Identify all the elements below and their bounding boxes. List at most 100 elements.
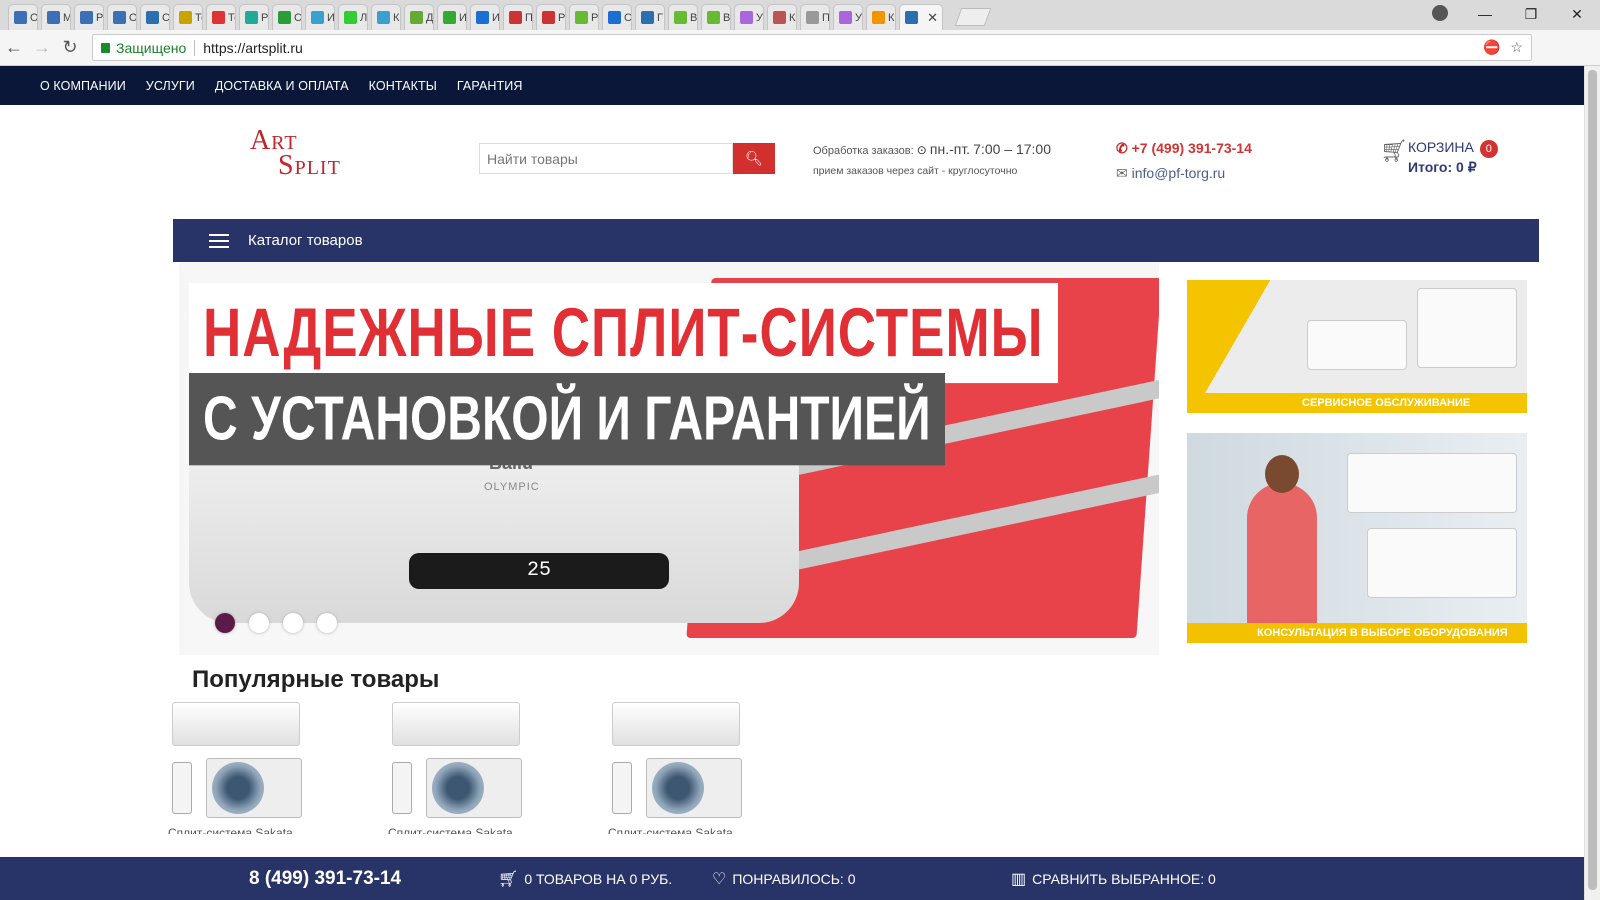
search-input[interactable]: [479, 143, 733, 174]
browser-tab[interactable]: Г: [635, 4, 665, 30]
browser-tab[interactable]: Тс: [206, 4, 236, 30]
browser-tab-label: Р: [261, 11, 269, 24]
scrollbar-thumb[interactable]: [1588, 70, 1597, 890]
product-caption[interactable]: Сплит-система Sakata: [388, 826, 522, 834]
bookmark-star-icon[interactable]: ☆: [1510, 39, 1523, 56]
browser-tab[interactable]: М: [41, 4, 71, 30]
favicon-icon: [608, 11, 621, 24]
browser-tab[interactable]: Д: [404, 4, 434, 30]
url-text[interactable]: https://artsplit.ru: [203, 40, 303, 56]
browser-tab[interactable]: С: [602, 4, 632, 30]
header-email[interactable]: info@pf-torg.ru: [1132, 165, 1226, 181]
favicon-icon: [707, 11, 720, 24]
browser-tab[interactable]: К: [371, 4, 401, 30]
catalog-menu-button[interactable]: Каталог товаров: [173, 219, 1539, 262]
browser-tab[interactable]: И: [470, 4, 500, 30]
browser-tab-active[interactable]: ✕: [899, 4, 943, 30]
browser-tab[interactable]: В: [668, 4, 698, 30]
browser-tab[interactable]: Л: [338, 4, 368, 30]
browser-tab[interactable]: В: [701, 4, 731, 30]
nav-services[interactable]: УСЛУГИ: [146, 79, 195, 93]
browser-tab[interactable]: И: [305, 4, 335, 30]
browser-tab[interactable]: П: [503, 4, 533, 30]
favicon-icon: [542, 11, 555, 24]
browser-tab[interactable]: П: [800, 4, 830, 30]
logo-line-2: Split: [278, 150, 341, 181]
browser-tab[interactable]: Р: [536, 4, 566, 30]
slider-dot[interactable]: [249, 613, 269, 633]
ac-display: 25: [409, 553, 669, 589]
browser-tab[interactable]: О: [107, 4, 137, 30]
bottom-liked[interactable]: ♡ ПОНРАВИЛОСЬ: 0: [712, 869, 856, 889]
restore-icon[interactable]: ❐: [1508, 2, 1554, 26]
product-caption[interactable]: Сплит-система Sakata: [608, 826, 742, 834]
browser-tab[interactable]: С: [140, 4, 170, 30]
slider-dot[interactable]: [317, 613, 337, 633]
page-scrollbar[interactable]: [1584, 66, 1600, 900]
hero-slider[interactable]: Ballu OLYMPIC 25 НАДЕЖНЫЕ СПЛИТ-СИСТЕМЫ …: [179, 263, 1159, 655]
browser-tab-label: Р: [558, 11, 566, 24]
favicon-icon: [278, 11, 291, 24]
browser-tab-label: О: [30, 11, 38, 24]
nav-about[interactable]: О КОМПАНИИ: [40, 79, 126, 93]
search-form: 🔍︎: [479, 143, 775, 174]
browser-tab[interactable]: Р: [239, 4, 269, 30]
product-card[interactable]: Сплит-система Sakata: [608, 702, 742, 834]
promo-service[interactable]: СЕРВИСНОЕ ОБСЛУЖИВАНИЕ: [1187, 280, 1527, 413]
search-button[interactable]: 🔍︎: [733, 143, 775, 174]
cart-label: КОРЗИНА: [1408, 139, 1474, 155]
reload-icon[interactable]: ↻: [56, 37, 84, 58]
nav-contacts[interactable]: КОНТАКТЫ: [369, 79, 437, 93]
browser-tab[interactable]: И: [437, 4, 467, 30]
profile-icon[interactable]: [1432, 5, 1448, 21]
favicon-icon: [311, 11, 324, 24]
product-card[interactable]: Сплит-система Sakata: [388, 702, 522, 834]
browser-tab[interactable]: К: [866, 4, 896, 30]
product-fan: [212, 762, 264, 814]
bottom-sticky-bar: 8 (499) 391-73-14 🛒︎ 0 ТОВАРОВ НА 0 РУБ.…: [0, 857, 1584, 900]
header-phone[interactable]: +7 (499) 391-73-14: [1132, 140, 1252, 156]
browser-tab-label: С: [162, 11, 170, 24]
new-tab-button[interactable]: [954, 8, 992, 26]
browser-tab[interactable]: Р: [569, 4, 599, 30]
bottom-liked-label: ПОНРАВИЛОСЬ: 0: [732, 870, 856, 887]
search-icon: 🔍︎: [745, 150, 763, 166]
browser-tab[interactable]: У: [833, 4, 863, 30]
browser-tab-label: Тс: [195, 11, 202, 24]
bottom-compare[interactable]: ▥ СРАВНИТЬ ВЫБРАННОЕ: 0: [1011, 869, 1216, 889]
nav-delivery[interactable]: ДОСТАВКА И ОПЛАТА: [215, 79, 349, 93]
browser-tab[interactable]: К: [767, 4, 797, 30]
slide-headline-2: С УСТАНОВКОЙ И ГАРАНТИЕЙ: [189, 373, 945, 466]
bottom-cart[interactable]: 🛒︎ 0 ТОВАРОВ НА 0 РУБ.: [498, 869, 672, 889]
forward-icon[interactable]: →: [28, 37, 56, 58]
minimize-icon[interactable]: —: [1462, 2, 1508, 26]
slider-dot[interactable]: [283, 613, 303, 633]
nav-warranty[interactable]: ГАРАНТИЯ: [457, 79, 523, 93]
favicon-icon: [773, 11, 786, 24]
site-logo[interactable]: Art Split: [250, 127, 341, 181]
address-bar[interactable]: Защищено https://artsplit.ru ⛔ ☆: [92, 34, 1532, 61]
back-icon[interactable]: ←: [0, 37, 28, 58]
close-window-icon[interactable]: ✕: [1554, 2, 1600, 26]
header-cart[interactable]: 🛒︎ КОРЗИНА 0 Итого: 0 ₽: [1380, 138, 1498, 176]
favicon-icon: [575, 11, 588, 24]
favicon-icon: [245, 11, 258, 24]
browser-tab[interactable]: У: [734, 4, 764, 30]
browser-tab[interactable]: О: [8, 4, 38, 30]
favicon-icon: [839, 11, 852, 24]
browser-tab[interactable]: Р: [74, 4, 104, 30]
product-card[interactable]: Сплит-система Sakata: [168, 702, 302, 834]
promo-consultation[interactable]: КОНСУЛЬТАЦИЯ В ВЫБОРЕ ОБОРУДОВАНИЯ: [1187, 433, 1527, 643]
browser-tab[interactable]: Тс: [173, 4, 203, 30]
bottom-phone[interactable]: 8 (499) 391-73-14: [249, 868, 401, 890]
browser-tab-label: И: [492, 11, 500, 24]
blocked-content-icon[interactable]: ⛔: [1483, 39, 1500, 56]
browser-tab[interactable]: С: [272, 4, 302, 30]
browser-tab-label: О: [129, 11, 137, 24]
close-tab-icon[interactable]: ✕: [927, 10, 938, 26]
favicon-icon: [377, 11, 390, 24]
slider-dot[interactable]: [215, 613, 235, 633]
product-caption[interactable]: Сплит-система Sakata: [168, 826, 302, 834]
browser-tab-label: Тс: [228, 11, 235, 24]
product-fan: [432, 762, 484, 814]
